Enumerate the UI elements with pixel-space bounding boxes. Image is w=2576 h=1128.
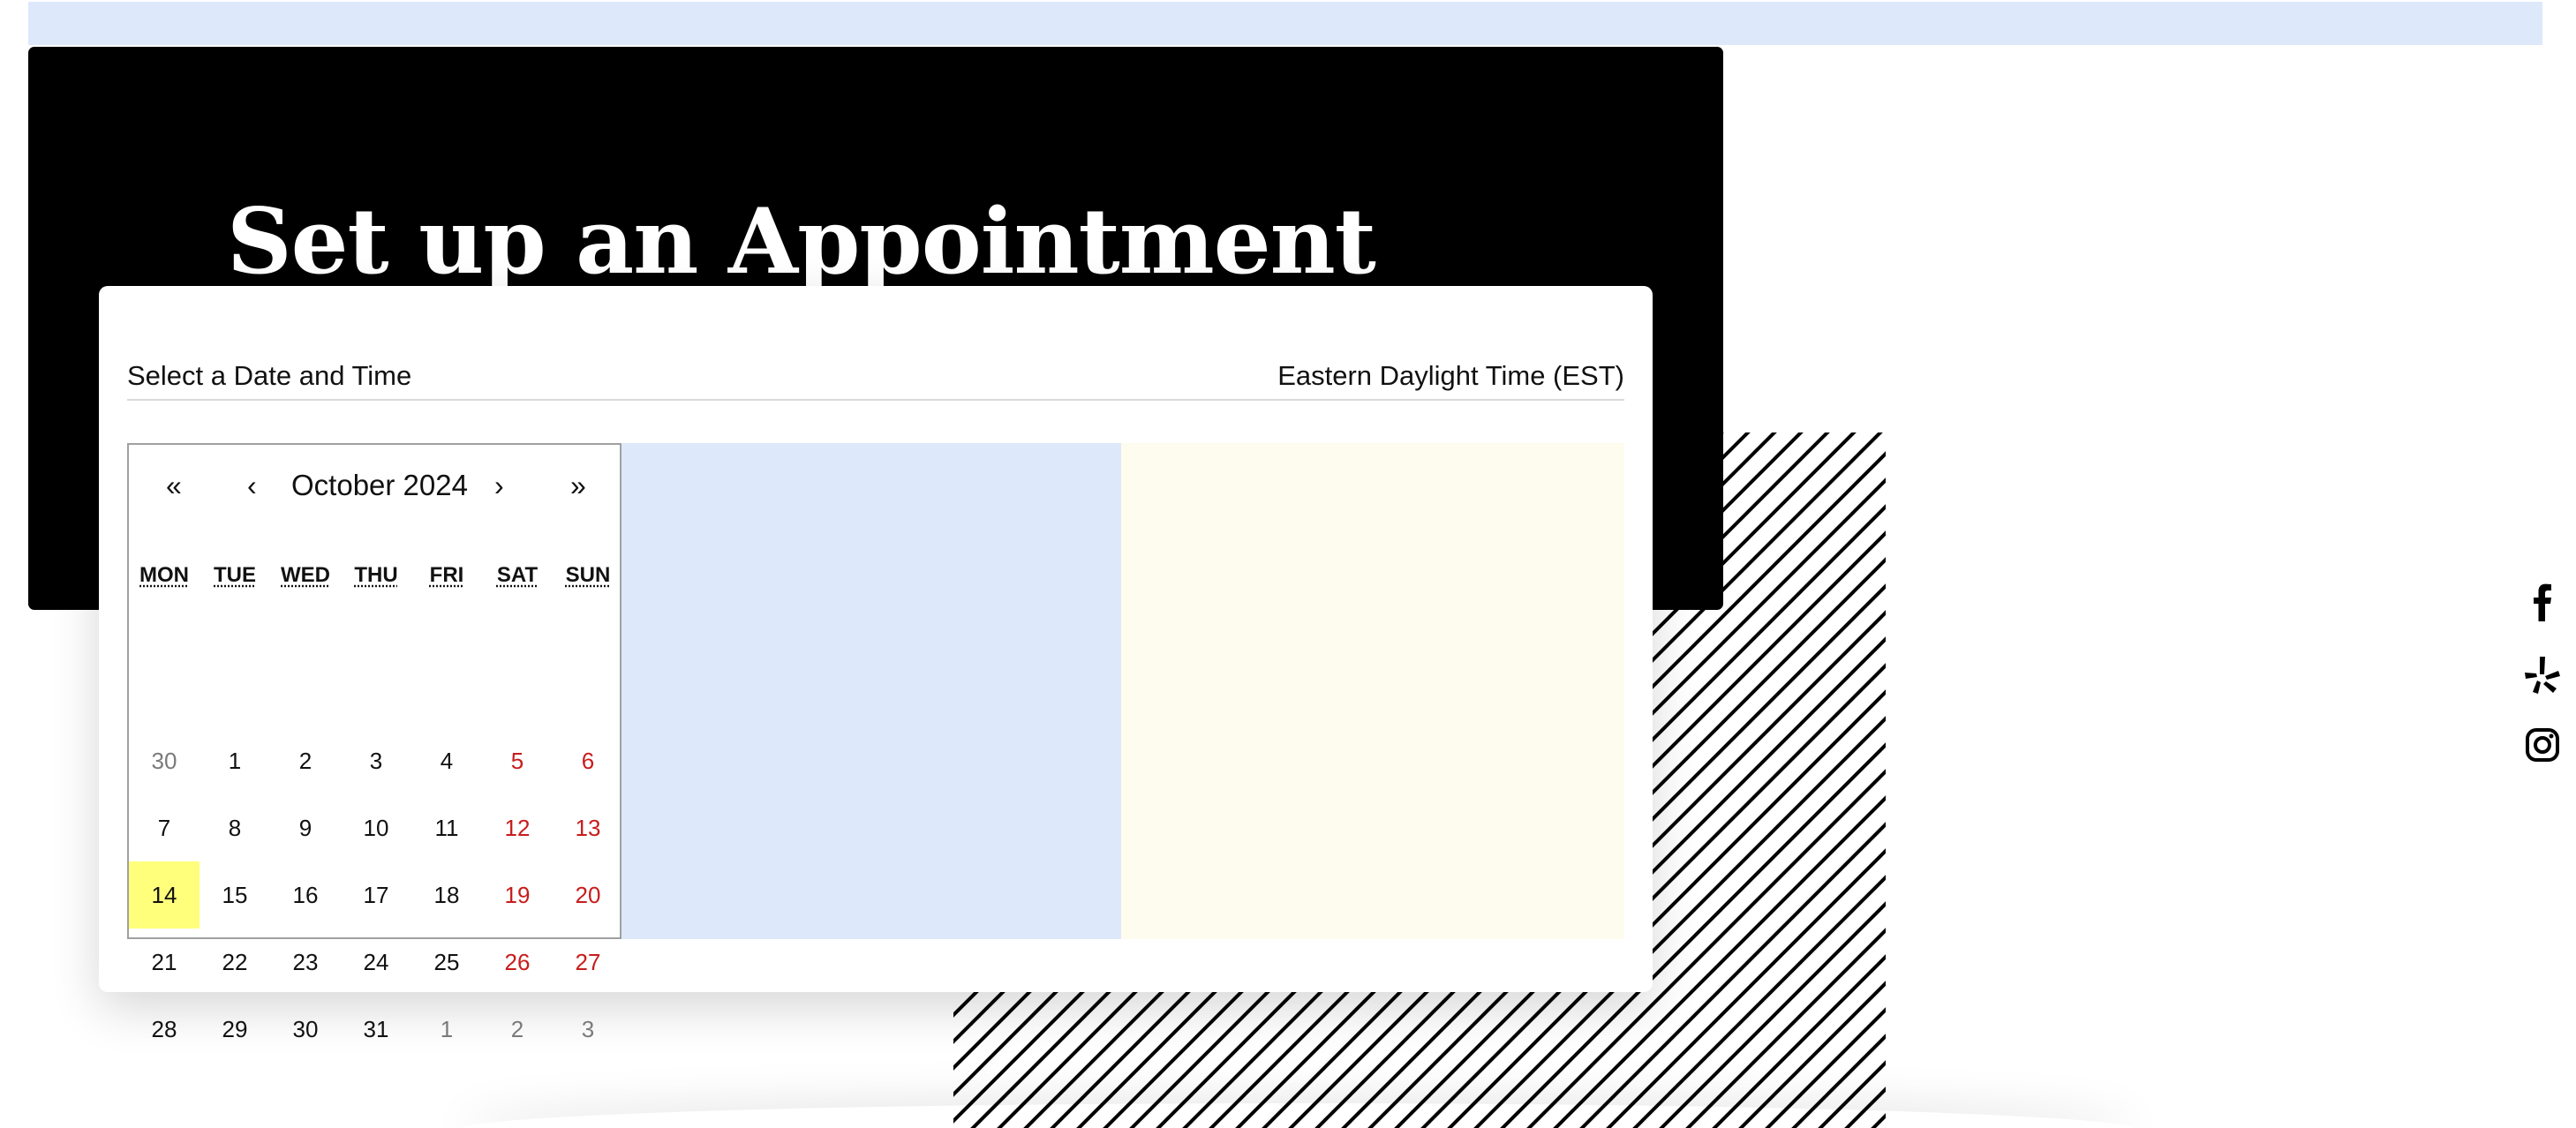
weekday-label: FRI xyxy=(411,563,482,588)
calendar-day[interactable]: 4 xyxy=(411,727,482,794)
calendar-day[interactable]: 30 xyxy=(270,996,341,1063)
weekday-abbr: SUN xyxy=(565,563,611,587)
calendar-day[interactable]: 27 xyxy=(553,929,623,996)
calendar-day[interactable]: 10 xyxy=(341,794,411,861)
calendar-day[interactable]: 18 xyxy=(411,861,482,929)
prev-month-button[interactable]: ‹ xyxy=(247,464,257,507)
calendar-day[interactable]: 17 xyxy=(341,861,411,929)
calendar-day[interactable]: 23 xyxy=(270,929,341,996)
weekday-header-row: MON TUE WED THU FRI SAT SUN xyxy=(129,563,623,588)
yelp-icon[interactable] xyxy=(2523,655,2562,694)
time-slots-panel xyxy=(621,443,1121,939)
calendar-day[interactable]: 1 xyxy=(200,727,270,794)
calendar-day[interactable]: 16 xyxy=(270,861,341,929)
calendar-day[interactable]: 22 xyxy=(200,929,270,996)
calendar-day[interactable]: 31 xyxy=(341,996,411,1063)
next-year-button[interactable]: » xyxy=(570,464,586,507)
weekday-label: TUE xyxy=(200,563,270,588)
calendar-day[interactable]: 19 xyxy=(482,861,553,929)
scheduler-card: Select a Date and Time Eastern Daylight … xyxy=(99,286,1653,1042)
weekday-abbr: MON xyxy=(139,563,189,587)
calendar-day[interactable]: 12 xyxy=(482,794,553,861)
calendar-day[interactable]: 13 xyxy=(553,794,623,861)
weekday-label: THU xyxy=(341,563,411,588)
prev-year-button[interactable]: « xyxy=(166,464,182,507)
calendar-day[interactable]: 26 xyxy=(482,929,553,996)
calendar-day[interactable]: 2 xyxy=(482,996,553,1063)
instagram-icon[interactable] xyxy=(2523,726,2562,764)
calendar-day-grid: 30 1 2 3 4 5 6 7 8 9 10 11 12 13 14 15 16 17 18 19 20 21 22 23 2… xyxy=(129,727,623,1063)
calendar-day[interactable]: 15 xyxy=(200,861,270,929)
next-month-button[interactable]: › xyxy=(494,464,504,507)
weekday-abbr: WED xyxy=(281,563,330,587)
weekday-label: WED xyxy=(270,563,341,588)
page: Set up an Appointment Select a Date and … xyxy=(0,0,2576,1128)
calendar-day[interactable]: 5 xyxy=(482,727,553,794)
weekday-abbr: SAT xyxy=(496,563,539,587)
calendar-day[interactable]: 29 xyxy=(200,996,270,1063)
calendar-day[interactable]: 3 xyxy=(553,996,623,1063)
appointment-details-panel xyxy=(1121,443,1624,939)
weekday-label: MON xyxy=(129,563,200,588)
weekday-abbr: TUE xyxy=(214,563,256,587)
calendar-day[interactable]: 9 xyxy=(270,794,341,861)
page-title: Set up an Appointment xyxy=(227,189,1376,295)
calendar-day[interactable]: 1 xyxy=(411,996,482,1063)
calendar-day[interactable]: 8 xyxy=(200,794,270,861)
calendar-day[interactable]: 11 xyxy=(411,794,482,861)
calendar-day[interactable]: 2 xyxy=(270,727,341,794)
calendar-day[interactable]: 7 xyxy=(129,794,200,861)
calendar-day[interactable]: 20 xyxy=(553,861,623,929)
weekday-label: SUN xyxy=(553,563,623,588)
scheduler-header: Select a Date and Time Eastern Daylight … xyxy=(127,360,1624,401)
calendar-month-label[interactable]: October 2024 xyxy=(291,464,468,507)
calendar-day[interactable]: 6 xyxy=(553,727,623,794)
calendar-day[interactable]: 30 xyxy=(129,727,200,794)
weekday-abbr: FRI xyxy=(429,563,464,587)
calendar-day[interactable]: 25 xyxy=(411,929,482,996)
calendar-day[interactable]: 21 xyxy=(129,929,200,996)
calendar-day[interactable]: 28 xyxy=(129,996,200,1063)
timezone-label[interactable]: Eastern Daylight Time (EST) xyxy=(1277,360,1624,392)
calendar-day[interactable]: 3 xyxy=(341,727,411,794)
top-banner-strip xyxy=(28,2,2542,45)
calendar-widget: « ‹ October 2024 › » MON TUE WED THU FRI SAT S… xyxy=(127,443,623,1042)
weekday-abbr: THU xyxy=(354,563,398,587)
calendar-day[interactable]: 24 xyxy=(341,929,411,996)
calendar-day-today[interactable]: 14 xyxy=(129,861,200,929)
facebook-icon[interactable] xyxy=(2523,583,2562,621)
select-date-heading: Select a Date and Time xyxy=(127,360,412,391)
calendar-navigation: « ‹ October 2024 › » xyxy=(129,464,620,507)
weekday-label: SAT xyxy=(482,563,553,588)
